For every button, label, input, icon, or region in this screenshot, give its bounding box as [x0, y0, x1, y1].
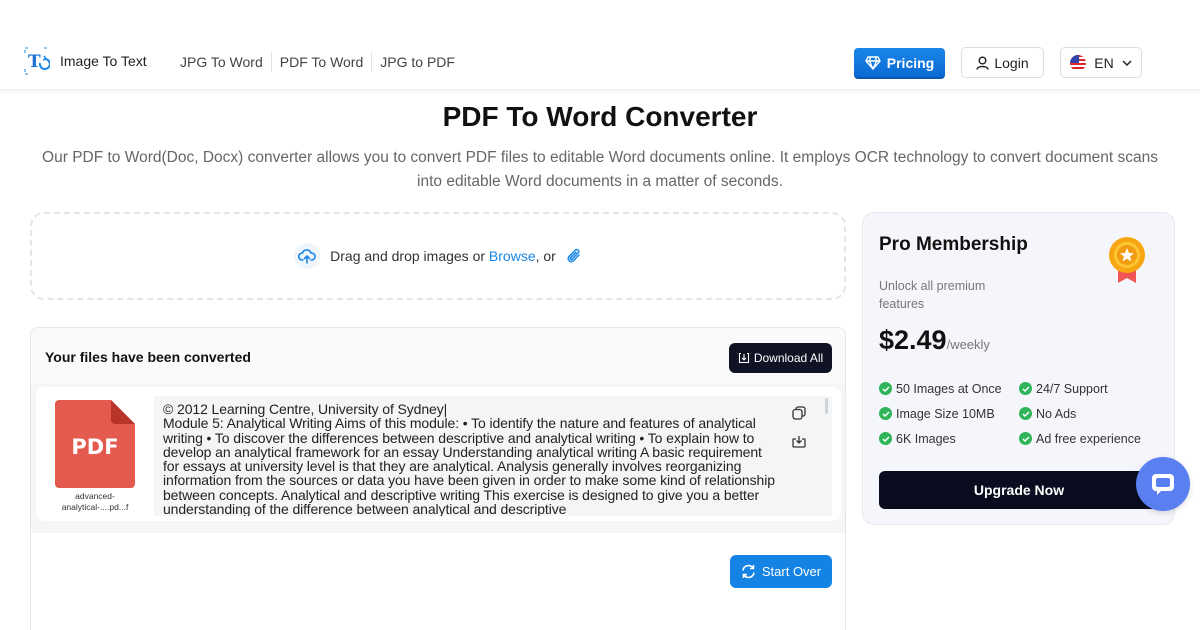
check-icon — [879, 407, 892, 420]
file-list: PDF advanced-analytical-....pd...f © 201… — [31, 383, 845, 533]
check-icon — [1019, 382, 1032, 395]
pro-membership-card: Pro Membership Unlock all premium featur… — [862, 212, 1175, 525]
main-nav: JPG To Word PDF To Word JPG to PDF — [172, 52, 463, 72]
copy-button[interactable] — [790, 404, 808, 422]
pricing-button[interactable]: Pricing — [854, 48, 945, 79]
nav-jpg-to-pdf[interactable]: JPG to PDF — [372, 52, 463, 72]
chat-bubble-icon — [1152, 474, 1174, 495]
download-icon — [792, 435, 806, 448]
pdf-type-label: PDF — [71, 435, 118, 459]
svg-text:T: T — [28, 52, 41, 72]
pricing-label: Pricing — [886, 54, 935, 71]
us-flag-icon — [1070, 54, 1087, 71]
upload-dropzone[interactable]: Drag and drop images or Browse, or — [30, 212, 846, 300]
upload-cloud-icon — [294, 243, 321, 269]
price-amount: $2.49 — [879, 325, 947, 355]
page-title: PDF To Word Converter — [442, 101, 758, 132]
chat-widget-button[interactable] — [1136, 457, 1190, 511]
download-all-button[interactable]: Download All — [729, 343, 832, 373]
download-all-label: Download All — [753, 351, 824, 365]
feature-item: Ad free experience — [1019, 430, 1169, 447]
language-selector[interactable]: EN — [1060, 47, 1142, 78]
diamond-icon — [865, 55, 881, 70]
results-title: Your files have been converted — [45, 349, 251, 365]
pdf-file-icon: PDF — [55, 400, 135, 488]
language-label: EN — [1094, 54, 1114, 71]
check-icon — [1019, 432, 1032, 445]
extracted-text-area[interactable]: © 2012 Learning Centre, University of Sy… — [154, 396, 832, 516]
user-icon — [976, 56, 990, 70]
start-over-label: Start Over — [761, 564, 822, 579]
converted-files-panel: Your files have been converted Download … — [30, 327, 846, 630]
dropzone-text: Drag and drop images or Browse, or — [330, 248, 556, 264]
feature-item: 6K Images — [879, 430, 1019, 447]
results-header: Your files have been converted Download … — [31, 328, 845, 383]
login-label: Login — [994, 54, 1029, 71]
paperclip-icon[interactable] — [566, 247, 582, 265]
check-icon — [1019, 407, 1032, 420]
logo-icon: T — [24, 47, 50, 75]
feature-item: 50 Images at Once — [879, 380, 1019, 397]
browse-link[interactable]: Browse — [489, 248, 536, 264]
price-period: /weekly — [946, 337, 990, 352]
text-scrollbar[interactable] — [825, 398, 828, 414]
pro-title: Pro Membership — [879, 234, 1028, 255]
upgrade-now-button[interactable]: Upgrade Now — [879, 471, 1159, 509]
file-item: PDF advanced-analytical-....pd...f © 201… — [36, 387, 841, 521]
refresh-icon — [742, 564, 755, 579]
site-header: T Image To Text JPG To Word PDF To Word … — [0, 0, 1200, 90]
pro-subtitle: Unlock all premium features — [879, 279, 986, 311]
logo[interactable]: T Image To Text — [24, 47, 147, 75]
file-name: advanced-analytical-....pd...f — [61, 491, 129, 512]
download-icon — [738, 352, 749, 364]
copy-icon — [792, 406, 806, 420]
download-file-button[interactable] — [790, 432, 808, 450]
medal-icon — [1109, 237, 1145, 283]
chevron-down-icon — [1122, 59, 1132, 66]
feature-list: 50 Images at Once 24/7 Support Image Siz… — [879, 380, 1169, 447]
nav-jpg-to-word[interactable]: JPG To Word — [172, 52, 272, 72]
page-description: Our PDF to Word(Doc, Docx) converter all… — [42, 149, 1158, 190]
feature-item: Image Size 10MB — [879, 405, 1019, 422]
feature-item: No Ads — [1019, 405, 1169, 422]
price: $2.49 /weekly — [879, 325, 990, 356]
check-icon — [879, 382, 892, 395]
start-over-button[interactable]: Start Over — [730, 555, 832, 588]
extracted-text[interactable]: © 2012 Learning Centre, University of Sy… — [163, 402, 779, 516]
nav-pdf-to-word[interactable]: PDF To Word — [272, 52, 373, 72]
feature-item: 24/7 Support — [1019, 380, 1169, 397]
check-icon — [879, 432, 892, 445]
logo-text: Image To Text — [60, 53, 147, 69]
login-button[interactable]: Login — [961, 47, 1044, 78]
